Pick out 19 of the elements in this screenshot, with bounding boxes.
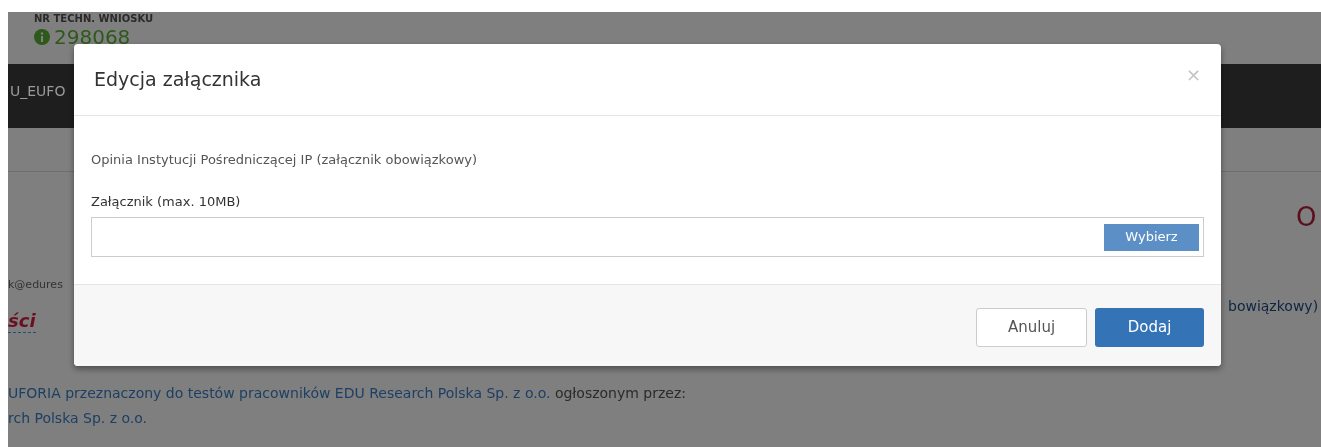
attachment-link[interactable]: bowiązkowy) [1228, 296, 1319, 317]
browse-button[interactable]: Wybierz [1104, 223, 1199, 251]
close-button[interactable]: × [1185, 65, 1201, 84]
nav-item[interactable]: U_EUFO [10, 80, 66, 102]
attachment-description: Opinia Instytucji Pośredniczącej IP (załącznik obowiązkowy) [91, 151, 479, 169]
modal-title: Edycja załącznika [94, 67, 262, 93]
request-number-label: NR TECHN. WNIOSKU [34, 13, 155, 25]
email-text: k@edures [8, 278, 64, 292]
section-title: ści [8, 310, 36, 333]
info-icon [34, 29, 50, 45]
organization-link[interactable]: UFORIA przeznaczony do testów pracowników EDU Research Polska Sp. z o.o. [8, 385, 551, 401]
field-label: Załącznik (max. 10MB) [91, 193, 242, 211]
paragraph-text: ogłoszonym przez: [553, 385, 687, 401]
request-number: 298068 [54, 25, 131, 49]
file-input-field[interactable]: Wybierz [91, 217, 1204, 257]
cancel-button[interactable]: Anuluj [976, 308, 1087, 347]
organization-link[interactable]: rch Polska Sp. z o.o. [8, 410, 148, 426]
heading-fragment: O [1296, 201, 1317, 234]
add-button[interactable]: Dodaj [1095, 308, 1204, 347]
